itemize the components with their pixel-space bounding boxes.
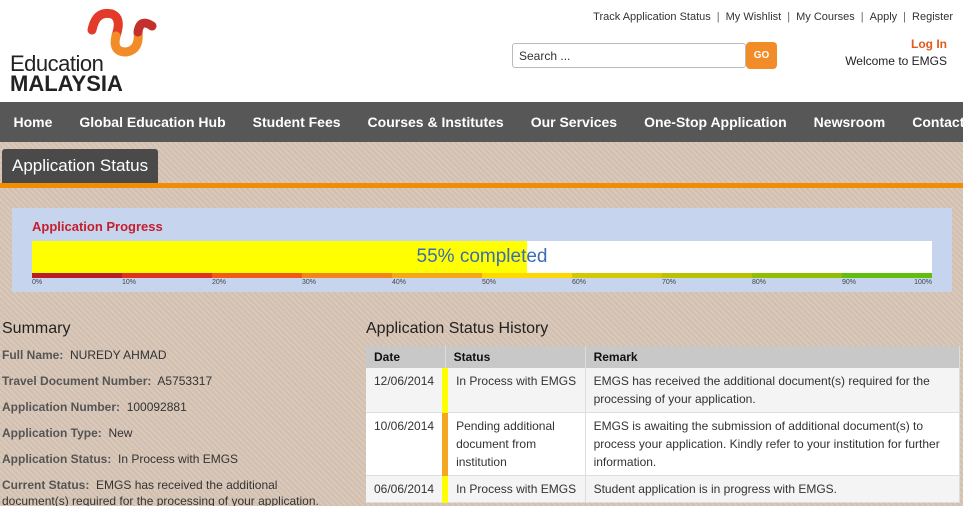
column-header-date: Date [366,346,446,368]
summary-full-name: Full Name: NUREDY AHMAD [2,348,166,362]
scale-label: 90% [842,279,857,286]
nav-courses-institutes[interactable]: Courses & Institutes [354,114,517,130]
scale-segment [842,273,932,278]
application-progress-panel: Application Progress 55% completed 0% 10%… [12,208,952,292]
scale-segment [572,273,662,278]
nav-student-fees[interactable]: Student Fees [239,114,354,130]
summary-current-status-cont: document(s) required for the processing … [2,494,319,506]
summary-title: Summary [2,320,71,337]
title-divider [0,183,963,188]
scale-segment [302,273,392,278]
my-wishlist-link[interactable]: My Wishlist [726,11,782,23]
scale-label: 10% [122,279,137,286]
table-row: 10/06/2014 Pending additional document f… [366,412,961,476]
welcome-text: Welcome to EMGS [845,54,947,68]
history-title: Application Status History [366,320,549,337]
row-status: In Process with EMGS [442,368,586,413]
summary-travel-document: Travel Document Number: A5753317 [2,374,212,388]
nav-our-services[interactable]: Our Services [517,114,630,130]
table-row: 12/06/2014 In Process with EMGS EMGS has… [366,368,961,413]
nav-newsroom[interactable]: Newsroom [800,114,899,130]
row-status: Pending additional document from institu… [442,412,586,476]
column-header-status: Status [445,346,586,368]
summary-value: EMGS has received the additional [96,478,278,492]
row-date: 12/06/2014 [366,368,446,413]
scale-label: 20% [212,279,227,286]
summary-application-status: Application Status: In Process with EMGS [2,452,238,466]
summary-label: Application Status: [2,452,112,466]
summary-label: Current Status: [2,478,90,492]
scale-segment [122,273,212,278]
row-remark: EMGS is awaiting the submission of addit… [585,412,961,476]
top-links: Track Application Status | My Wishlist | My … [593,11,953,23]
nav-one-stop-application[interactable]: One-Stop Application [631,114,801,130]
summary-value: In Process with EMGS [118,452,239,466]
summary-label: Application Type: [2,426,102,440]
progress-scale-labels: 0% 10% 20% 30% 40% 50% 60% 70% 80% 90% 100% [32,279,932,289]
summary-value: NUREDY AHMAD [70,348,167,362]
summary-label: Travel Document Number: [2,374,152,388]
summary-application-type: Application Type: New [2,426,132,440]
main-nav: Home Global Education Hub Student Fees C… [0,102,963,142]
scale-segment [662,273,752,278]
search-go-button[interactable]: GO [746,42,777,69]
nav-contact-us[interactable]: Contact Us [899,114,963,130]
column-header-remark: Remark [585,346,961,368]
scale-label: 50% [482,279,497,286]
progress-label: 55% completed [416,246,548,267]
summary-current-status: Current Status: EMGS has received the ad… [2,478,277,492]
site-header: Education MALAYSIA Track Application Sta… [0,0,963,102]
track-application-link[interactable]: Track Application Status [593,11,711,23]
progress-bar: 55% completed [32,241,932,273]
summary-value: A5753317 [157,374,213,388]
scale-segment [212,273,302,278]
scale-segment [752,273,842,278]
scale-segment [482,273,572,278]
my-courses-link[interactable]: My Courses [796,11,855,23]
scale-label: 60% [572,279,587,286]
scale-label: 0% [32,279,43,286]
nav-home[interactable]: Home [0,114,66,130]
progress-scale [32,273,932,278]
scale-label: 100% [914,279,932,286]
scale-segment [392,273,482,278]
status-history-table: Date Status Remark 12/06/2014 In Process… [366,346,961,503]
scale-segment [32,273,122,278]
education-malaysia-logo[interactable]: Education MALAYSIA [8,2,158,98]
register-link[interactable]: Register [912,11,953,23]
row-remark: Student application is in progress with … [585,475,961,503]
row-date: 10/06/2014 [366,412,446,476]
apply-link[interactable]: Apply [870,11,898,23]
summary-value: 100092881 [126,400,187,414]
nav-global-education-hub[interactable]: Global Education Hub [66,114,239,130]
row-status: In Process with EMGS [442,475,586,503]
summary-label: Full Name: [2,348,64,362]
summary-application-number: Application Number: 100092881 [2,400,187,414]
row-date: 06/06/2014 [366,475,446,503]
login-link[interactable]: Log In [911,37,947,51]
scale-label: 70% [662,279,677,286]
progress-title: Application Progress [32,219,163,234]
summary-label: Application Number: [2,400,121,414]
logo-text-malaysia: MALAYSIA [10,71,123,96]
table-row: 06/06/2014 In Process with EMGS Student … [366,475,961,503]
row-remark: EMGS has received the additional documen… [585,368,961,413]
summary-value: New [108,426,133,440]
scale-label: 30% [302,279,317,286]
page-title: Application Status [2,149,159,183]
scale-label: 80% [752,279,767,286]
scale-label: 40% [392,279,407,286]
search-input[interactable] [512,43,746,68]
